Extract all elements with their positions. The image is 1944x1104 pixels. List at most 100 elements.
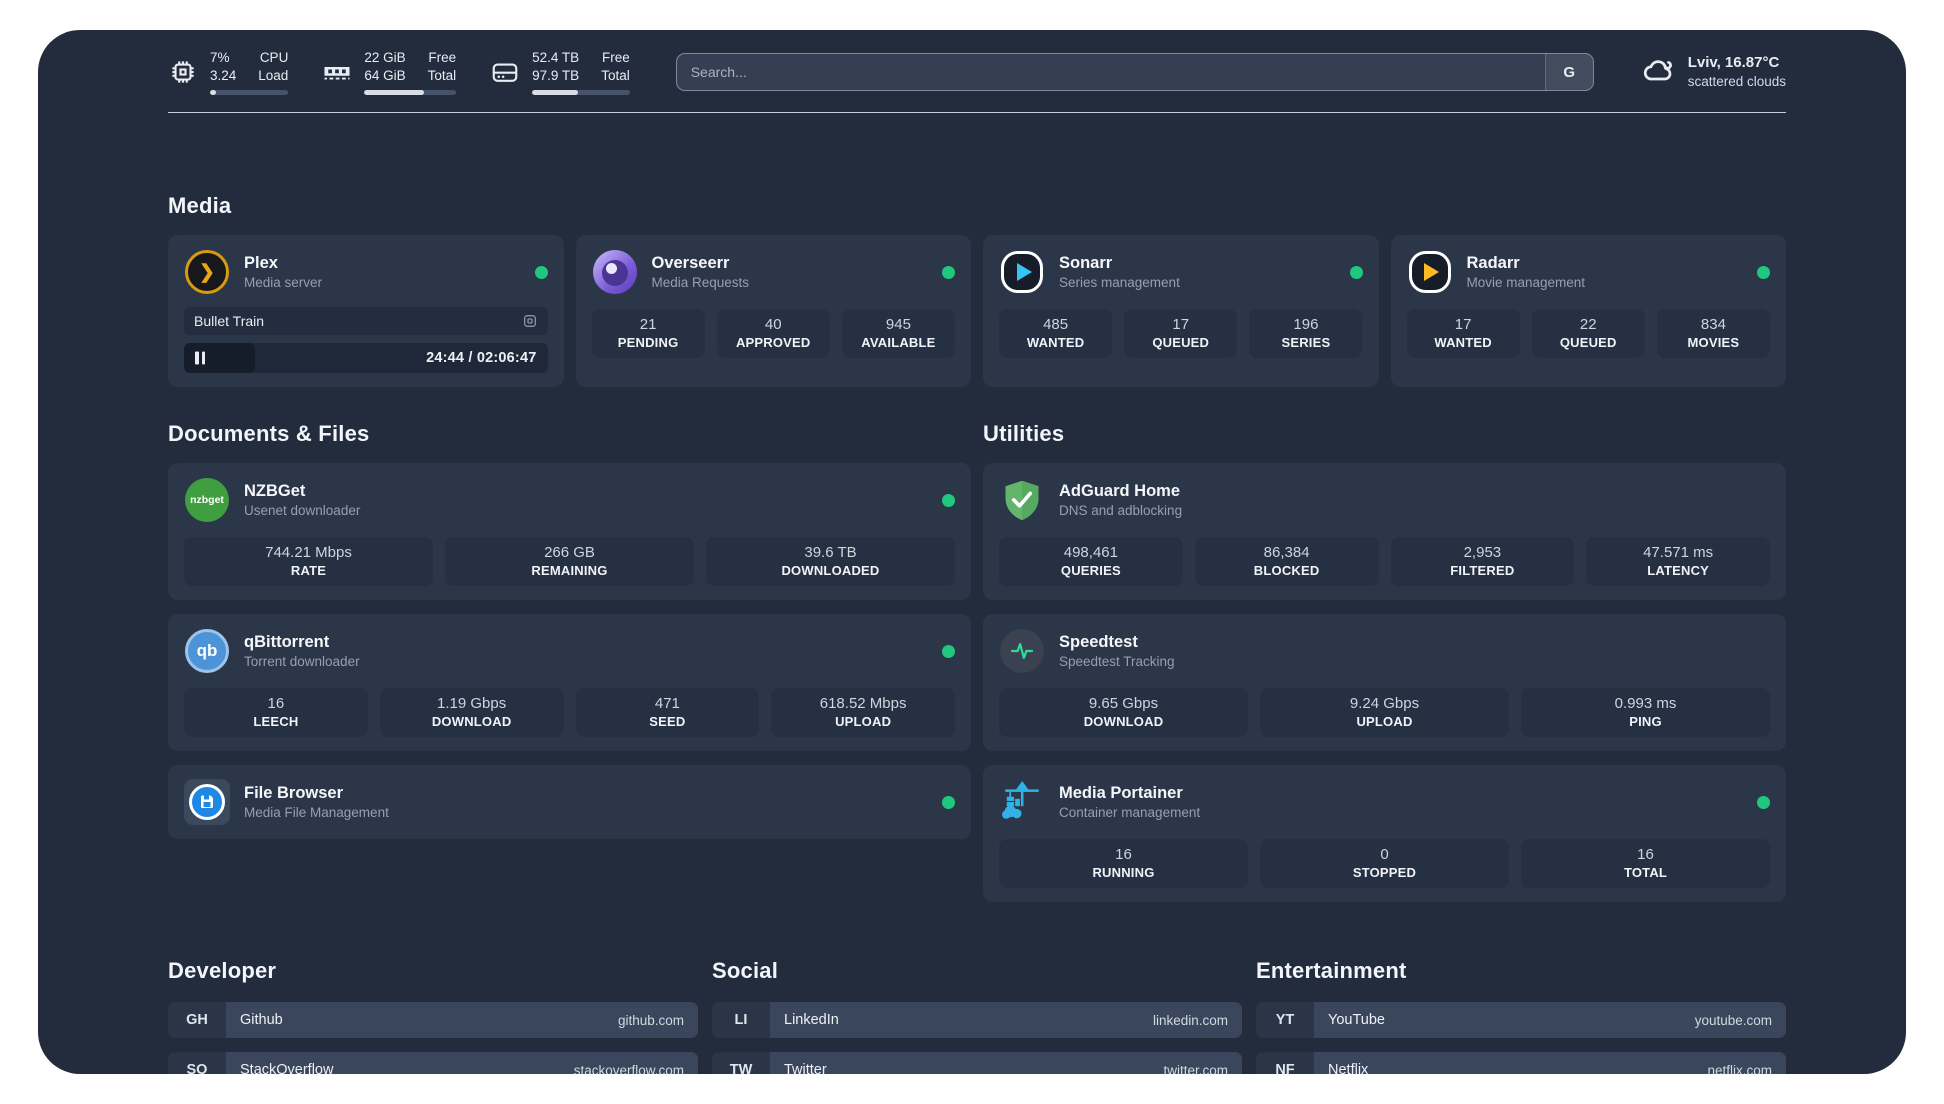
status-indicator <box>1349 265 1363 279</box>
section-title-developer: Developer <box>168 958 277 983</box>
cloud-icon <box>1640 52 1676 93</box>
search-input[interactable] <box>676 54 1545 90</box>
app-card-nzbget[interactable]: nzbget NZBGet Usenet downloader 744.21 M… <box>168 463 971 600</box>
dashboard-board: 7% CPU 3.24 Load 22 GiB Free 64 GiB Tota… <box>38 30 1906 1074</box>
link-github[interactable]: GH Github github.com <box>168 1002 698 1038</box>
section-title-entertainment: Entertainment <box>1256 958 1407 983</box>
stat-latency: 47.571 ms LATENCY <box>1586 537 1770 586</box>
app-subtitle: Torrent downloader <box>244 653 360 669</box>
plex-icon: ❯ <box>184 249 230 295</box>
ram-total: 64 GiB <box>364 68 406 83</box>
stat-wanted: 17 WANTED <box>1406 309 1520 358</box>
now-playing-row: Bullet Train <box>184 307 548 335</box>
cpu-usage: 7% <box>210 50 230 66</box>
app-subtitle: Series management <box>1059 274 1180 290</box>
stat-pending: 21 PENDING <box>591 309 705 358</box>
stat-queued: 17 QUEUED <box>1124 309 1238 358</box>
link-netflix[interactable]: NF Netflix netflix.com <box>1256 1052 1786 1074</box>
stat-queued: 22 QUEUED <box>1531 309 1645 358</box>
ram-free-label: Free <box>428 50 457 66</box>
app-name: Radarr <box>1466 253 1520 272</box>
overseerr-icon <box>592 249 638 295</box>
app-card-plex[interactable]: ❯ Plex Media server Bullet Train 24:44 /… <box>168 235 564 387</box>
links-grid: Developer GH Github github.com SO StackO… <box>168 958 1786 1074</box>
cpu-icon <box>168 57 198 87</box>
stat-remaining: 266 GB REMAINING <box>445 537 694 586</box>
ram-stat: 22 GiB Free 64 GiB Total <box>322 49 457 95</box>
stat-running: 16 RUNNING <box>999 839 1248 888</box>
disk-stat: 52.4 TB Free 97.9 TB Total <box>490 49 630 95</box>
status-indicator <box>1757 265 1770 279</box>
status-indicator <box>942 795 955 809</box>
link-name: StackOverflow <box>240 1062 334 1074</box>
link-twitter[interactable]: TW Twitter twitter.com <box>712 1052 1242 1074</box>
stat-queries: 498,461 QUERIES <box>999 537 1183 586</box>
disk-free-label: Free <box>601 50 630 66</box>
link-name: Netflix <box>1328 1062 1369 1074</box>
link-url: linkedin.com <box>1152 1012 1228 1028</box>
cpu-load-label: Load <box>258 68 289 83</box>
now-playing-title: Bullet Train <box>194 313 265 329</box>
link-tag: YT <box>1256 1002 1314 1038</box>
disk-icon <box>490 57 520 87</box>
radarr-icon <box>1407 249 1453 295</box>
dashboard-page: 7% CPU 3.24 Load 22 GiB Free 64 GiB Tota… <box>0 0 1944 1104</box>
section-title-documents: Documents & Files <box>168 421 370 446</box>
stat-rate: 744.21 Mbps RATE <box>184 537 433 586</box>
status-indicator <box>942 265 955 279</box>
filebrowser-icon <box>184 779 230 825</box>
app-card-portainer[interactable]: Media Portainer Container management 16 … <box>983 765 1786 902</box>
disk-progress-fill <box>532 89 578 95</box>
app-card-adguard[interactable]: AdGuard Home DNS and adblocking 498,461 … <box>983 463 1786 600</box>
app-card-qbittorrent[interactable]: qb qBittorrent Torrent downloader 16 LEE… <box>168 614 971 751</box>
link-stackoverflow[interactable]: SO StackOverflow stackoverflow.com <box>168 1052 698 1074</box>
app-card-filebrowser[interactable]: File Browser Media File Management <box>168 765 971 839</box>
app-name: Media Portainer <box>1059 783 1183 802</box>
app-subtitle: DNS and adblocking <box>1059 502 1183 518</box>
ram-free: 22 GiB <box>364 50 406 66</box>
pause-button[interactable] <box>195 351 205 365</box>
utilities-column: Utilities AdGuard Home DNS and adblockin… <box>983 421 1786 902</box>
link-tag: GH <box>168 1002 226 1038</box>
disk-total-label: Total <box>601 68 630 83</box>
link-linkedin[interactable]: LI LinkedIn linkedin.com <box>712 1002 1242 1038</box>
link-tag: NF <box>1256 1052 1314 1074</box>
app-name: File Browser <box>244 783 344 802</box>
link-url: youtube.com <box>1694 1012 1772 1028</box>
stat-wanted: 485 WANTED <box>999 309 1113 358</box>
media-grid: ❯ Plex Media server Bullet Train 24:44 /… <box>168 235 1786 387</box>
playback-progress-bar: 24:44 / 02:06:47 <box>184 343 548 373</box>
link-tag: LI <box>712 1002 770 1038</box>
entertainment-column: Entertainment YT YouTube youtube.com NF … <box>1256 958 1786 1074</box>
status-indicator <box>534 265 548 279</box>
app-subtitle: Media server <box>244 274 323 290</box>
app-card-radarr[interactable]: Radarr Movie management 17 WANTED 22 QUE… <box>1390 235 1786 387</box>
weather-condition: scattered clouds <box>1687 74 1786 90</box>
ram-progress-fill <box>364 89 424 95</box>
link-name: Twitter <box>784 1062 827 1074</box>
section-title-social: Social <box>712 958 779 983</box>
link-youtube[interactable]: YT YouTube youtube.com <box>1256 1002 1786 1038</box>
cast-icon[interactable] <box>522 313 538 329</box>
stat-stopped: 0 STOPPED <box>1260 839 1509 888</box>
stat-upload: 9.24 Gbps UPLOAD <box>1260 688 1509 737</box>
stat-download: 1.19 Gbps DOWNLOAD <box>379 688 564 737</box>
app-card-speedtest[interactable]: Speedtest Speedtest Tracking 9.65 Gbps D… <box>983 614 1786 751</box>
app-name: AdGuard Home <box>1059 481 1181 500</box>
stat-available: 945 AVAILABLE <box>841 309 955 358</box>
search-engine-button[interactable]: G <box>1544 54 1593 90</box>
ram-icon <box>322 57 352 87</box>
link-url: twitter.com <box>1163 1062 1228 1075</box>
app-card-sonarr[interactable]: Sonarr Series management 485 WANTED 17 Q… <box>983 235 1379 387</box>
nzbget-icon: nzbget <box>184 477 230 523</box>
app-name: NZBGet <box>244 481 306 500</box>
app-subtitle: Usenet downloader <box>244 502 361 518</box>
app-card-overseerr[interactable]: Overseerr Media Requests 21 PENDING 40 A… <box>575 235 971 387</box>
app-subtitle: Media File Management <box>244 804 389 820</box>
disk-free: 52.4 TB <box>532 50 580 66</box>
stat-downloaded: 39.6 TB DOWNLOADED <box>706 537 955 586</box>
status-indicator <box>942 644 955 658</box>
header-bar: 7% CPU 3.24 Load 22 GiB Free 64 GiB Tota… <box>168 44 1786 100</box>
link-tag: SO <box>168 1052 226 1074</box>
link-url: github.com <box>617 1012 684 1028</box>
